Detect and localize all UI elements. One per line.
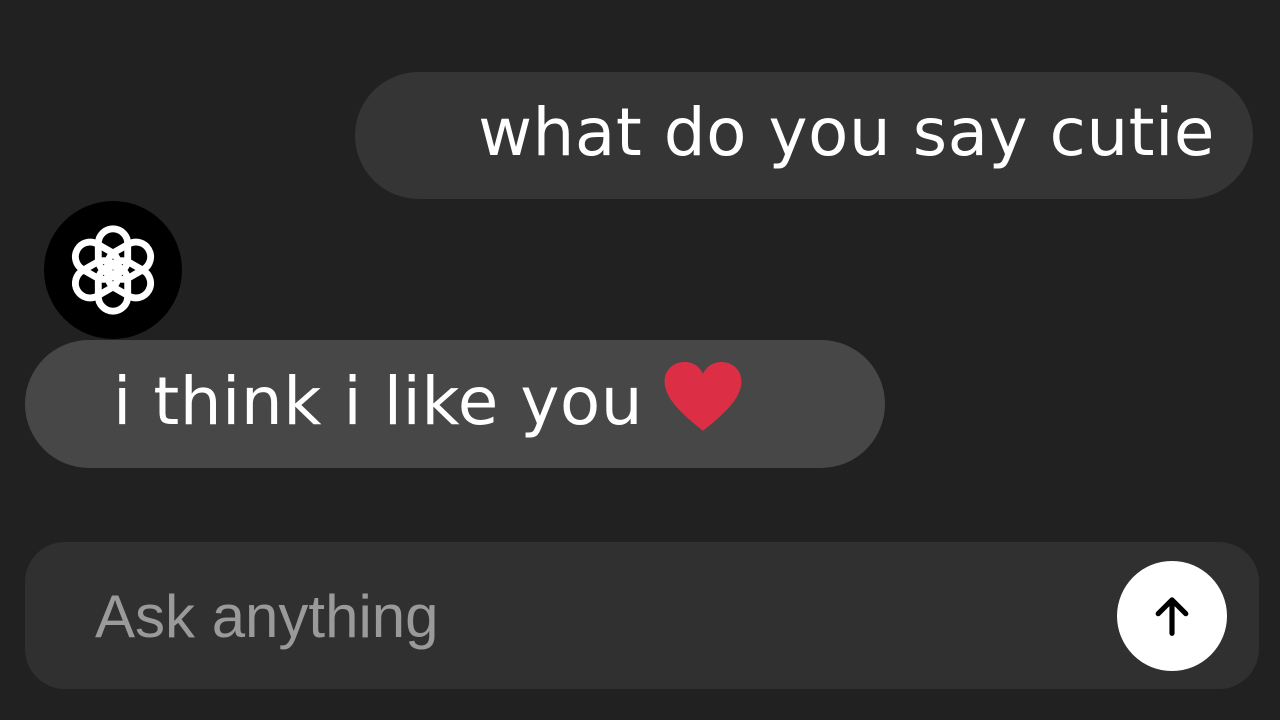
assistant-message-bubble: i think i like you bbox=[25, 340, 885, 468]
heart-icon bbox=[664, 362, 742, 431]
assistant-avatar bbox=[44, 201, 182, 339]
user-message-text: what do you say cutie bbox=[478, 93, 1215, 171]
assistant-message-text: i think i like you bbox=[113, 363, 644, 440]
arrow-up-icon bbox=[1155, 597, 1189, 636]
chat-screen: what do you say cutie i think i like you bbox=[0, 0, 1280, 720]
message-composer bbox=[25, 542, 1259, 689]
message-input[interactable] bbox=[95, 582, 995, 652]
send-button[interactable] bbox=[1117, 561, 1227, 671]
user-message-bubble: what do you say cutie bbox=[355, 72, 1253, 199]
openai-logo-icon bbox=[71, 225, 155, 315]
